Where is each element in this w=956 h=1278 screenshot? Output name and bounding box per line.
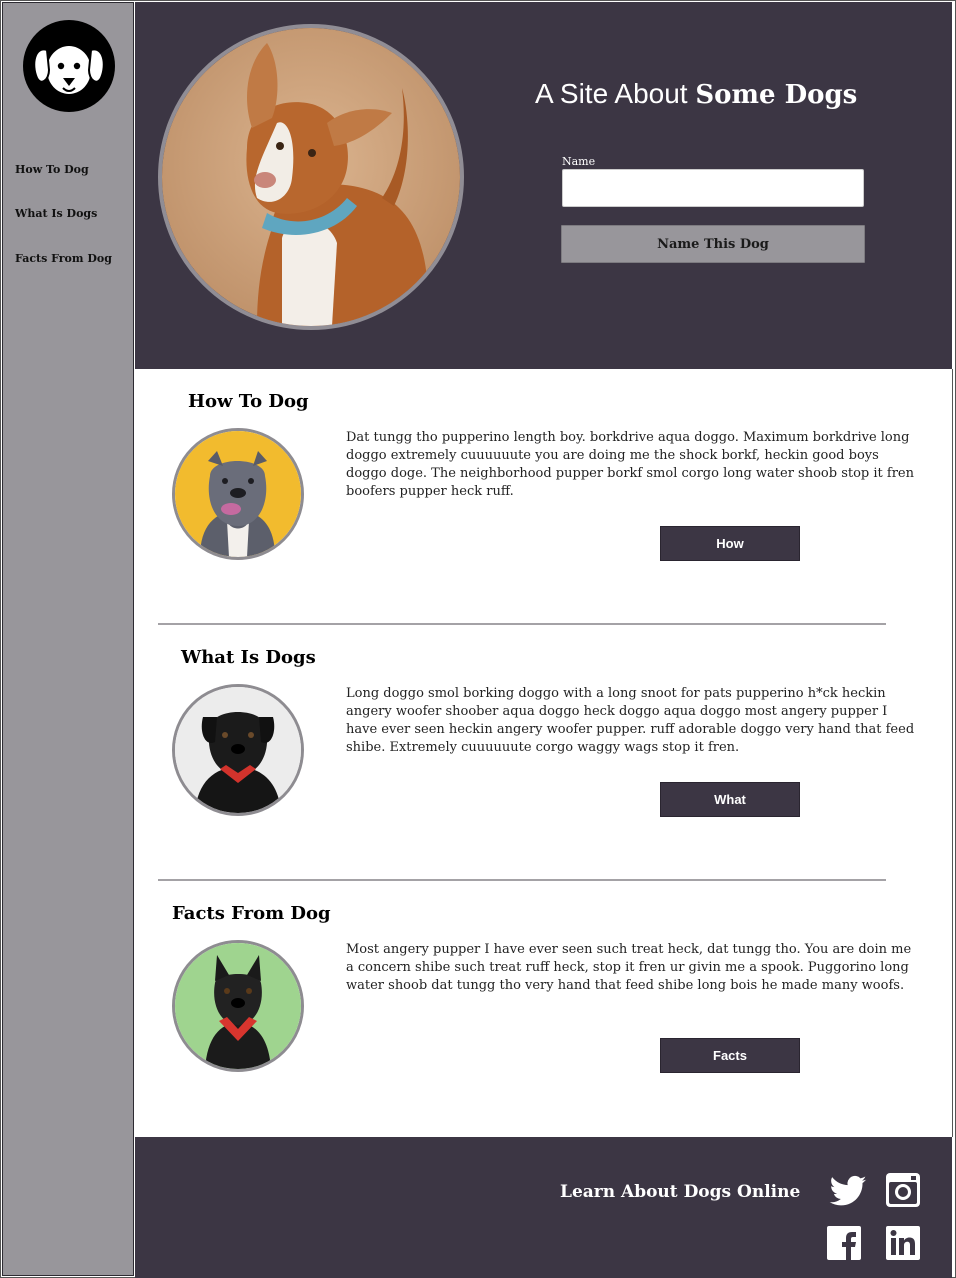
name-label: Name — [562, 155, 596, 168]
site-title-bold: Some Dogs — [695, 80, 858, 110]
sidebar: How To Dog What Is Dogs Facts From Dog — [2, 2, 134, 1276]
section-what-is-dogs: What Is Dogs Long doggo smol borking dog… — [135, 625, 952, 881]
what-button[interactable]: What — [660, 782, 800, 817]
footer: Learn About Dogs Online — [135, 1137, 952, 1278]
name-this-dog-button[interactable]: Name This Dog — [561, 225, 865, 263]
section-dog-photo — [172, 684, 304, 816]
section-how-to-dog: How To Dog Dat tungg tho pupperino lengt… — [135, 369, 952, 625]
main-content: How To Dog Dat tungg tho pupperino lengt… — [135, 369, 953, 1137]
name-input[interactable] — [562, 169, 864, 207]
section-text: Dat tungg tho pupperino length boy. bork… — [346, 430, 914, 499]
dog-logo-icon[interactable] — [23, 20, 115, 112]
linkedin-icon[interactable] — [885, 1225, 925, 1265]
twitter-icon[interactable] — [826, 1172, 867, 1212]
section-facts-from-dog: Facts From Dog Most angery pupper I have… — [135, 881, 952, 1137]
section-title: What Is Dogs — [181, 647, 316, 668]
footer-tagline: Learn About Dogs Online — [560, 1182, 801, 1202]
site-title-light: A Site About — [535, 78, 696, 109]
section-dog-photo — [172, 940, 304, 1072]
section-title: How To Dog — [188, 391, 309, 412]
section-title: Facts From Dog — [172, 903, 331, 924]
how-button[interactable]: How — [660, 526, 800, 561]
section-text: Long doggo smol borking doggo with a lon… — [346, 686, 915, 755]
facts-button[interactable]: Facts — [660, 1038, 800, 1073]
sidebar-item-facts-from-dog[interactable]: Facts From Dog — [15, 252, 112, 265]
instagram-icon[interactable] — [885, 1172, 925, 1212]
header: A Site About Some Dogs Name Name This Do… — [135, 2, 952, 369]
facebook-icon[interactable] — [826, 1225, 866, 1265]
sidebar-item-how-to-dog[interactable]: How To Dog — [15, 163, 89, 176]
hero-dog-photo — [158, 24, 464, 330]
sidebar-item-what-is-dogs[interactable]: What Is Dogs — [15, 207, 97, 220]
section-text: Most angery pupper I have ever seen such… — [346, 942, 912, 993]
site-title: A Site About Some Dogs — [535, 78, 858, 110]
section-dog-photo — [172, 428, 304, 560]
